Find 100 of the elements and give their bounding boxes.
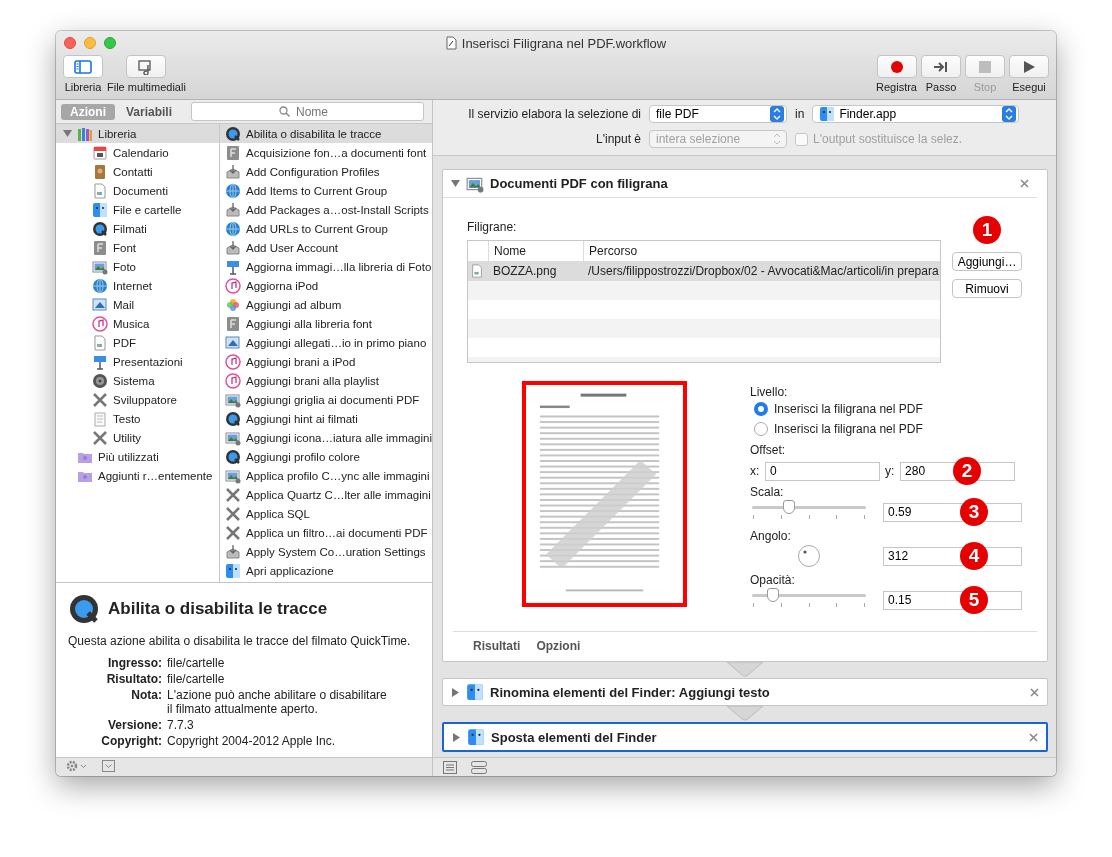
action-item[interactable]: Acquisizione fon…a documenti font [220,143,433,162]
action-card[interactable] [442,169,1049,662]
category-item[interactable]: Internet [56,276,219,295]
action-item[interactable]: Aggiungi icona…iatura alle immagini [220,428,433,447]
collapse-icon [102,759,115,772]
field-label: Angolo: [750,529,792,543]
service-label: Il servizio elabora la selezione di [467,106,642,121]
radio-button[interactable]: Inserisci la filigrana nel PDF [754,419,1023,439]
category-item[interactable]: Libreria [56,124,219,143]
globe-icon [225,182,241,199]
movie-icon [68,593,100,625]
action-item[interactable]: Add Items to Current Group [220,181,433,200]
tab[interactable]: Risultati [473,639,521,653]
document-icon [470,264,485,278]
detail-value: Copyright 2004-2012 Apple Inc. [167,734,337,748]
action-item[interactable]: Applica Quartz C…lter alle immagini [220,485,433,504]
face-tile-icon [467,728,486,746]
field-label: x: [750,464,761,478]
action-item[interactable]: Add URLs to Current Group [220,219,433,238]
push-button[interactable]: Aggiungi… [952,252,1023,271]
callout-number: 3 [960,497,989,526]
action-card[interactable]: Rinomina elementi del Finder: Aggiungi testo [442,678,1049,706]
disclosure-icon [451,687,461,697]
category-item[interactable]: Font [56,238,219,257]
detail-value: 7.7.3 [167,718,195,732]
category-item[interactable]: Documenti [56,181,219,200]
crossed-tools-icon [92,429,108,446]
font-book-icon [225,144,241,161]
action-item[interactable]: Aggiungi brani a iPod [220,352,433,371]
minimize-window-button[interactable] [84,37,96,49]
action-item[interactable]: Applica SQL [220,504,433,523]
detail-label: Risultato: [105,672,162,686]
category-item[interactable]: Sviluppatore [56,390,219,409]
photo-icon [92,258,108,275]
table-row[interactable]: BOZZA.png /Users/filippostrozzi/Dropbox/02 - Avvocati&Mac/articoli/in prepara [468,261,941,281]
action-item[interactable]: Aggiungi alla libreria font [220,314,433,333]
category-item[interactable]: Presentazioni [56,352,219,371]
disclosure-icon [452,732,462,742]
action-item[interactable]: Aggiungi ad album [220,295,433,314]
globe-icon [225,220,241,237]
input-label: L'input è [595,132,642,147]
action-item[interactable]: Aggiorna iPod [220,276,433,295]
action-item[interactable]: Aggiorna immagi…lla libreria di Foto [220,257,433,276]
category-item[interactable]: PDF [56,333,219,352]
gear-menu-icon [66,759,88,772]
disclosure-icon [63,129,72,138]
podium-icon [225,258,241,275]
input-field[interactable]: 0 [765,461,881,481]
action-item[interactable]: Add User Account [220,238,433,257]
action-item[interactable]: Apply System Co…uration Settings [220,542,433,561]
close-window-button[interactable] [64,37,76,49]
photo-icon [225,467,241,484]
category-item[interactable]: Aggiunti r…entemente [56,466,219,485]
action-item[interactable]: Aggiungi allegati…io in primo piano [220,333,433,352]
globe-icon [92,277,108,294]
angle-knob[interactable] [797,544,822,568]
category-item[interactable]: Musica [56,314,219,333]
document-icon [445,36,457,50]
category-item[interactable]: Foto [56,257,219,276]
slider-thumb[interactable] [766,587,779,602]
category-item[interactable]: Più utilizzati [56,447,219,466]
zoom-window-button[interactable] [104,37,116,49]
action-item[interactable]: Applica profilo C…ync alle immagini [220,466,433,485]
flower-icon [225,296,241,313]
action-item[interactable]: Abilita o disabilita le tracce [220,124,433,143]
category-item[interactable]: Contatti [56,162,219,181]
search-field[interactable]: Nome [191,102,425,121]
action-item[interactable]: Aggiungi brani alla playlist [220,371,433,390]
action-item[interactable]: Aggiungi profilo colore [220,447,433,466]
category-item[interactable]: Filmati [56,219,219,238]
split-view-icon [471,760,488,774]
action-item[interactable]: Add Packages a…ost-Install Scripts [220,200,433,219]
crossed-tools-icon [92,391,108,408]
push-button[interactable]: Rimuovi [952,279,1023,298]
category-item[interactable]: Utility [56,428,219,447]
category-item[interactable]: Sistema [56,371,219,390]
category-item[interactable]: Mail [56,295,219,314]
crossed-tools-icon [225,524,241,541]
crossed-tools-icon [225,505,241,522]
tab[interactable]: Variabili [117,103,182,120]
package-icon [225,201,241,218]
action-item[interactable]: Aggiungi griglia ai documenti PDF [220,390,433,409]
category-item[interactable]: Testo [56,409,219,428]
notepad-icon [92,410,108,427]
action-item[interactable]: Aggiungi hint ai filmati [220,409,433,428]
slider-thumb[interactable] [782,499,795,514]
action-item[interactable]: Apri applicazione [220,561,433,580]
action-card[interactable]: Sposta elementi del Finder [442,722,1049,752]
tab[interactable]: Opzioni [536,639,581,653]
window-title: Inserisci Filigrana nel PDF.workflow [461,35,667,51]
media-button[interactable]: File multimediali [107,55,186,93]
action-item[interactable]: Applica un filtro…ai documenti PDF [220,523,433,542]
category-item[interactable]: File e cartelle [56,200,219,219]
popup-button[interactable]: file PDF [649,104,788,123]
category-item[interactable]: Calendario [56,143,219,162]
popup-button[interactable]: Finder.app [812,104,1020,123]
music-note-icon [225,353,241,370]
action-item[interactable]: Add Configuration Profiles [220,162,433,181]
radio-button[interactable]: Inserisci la filigrana nel PDF [754,399,1023,419]
music-note-icon [225,372,241,389]
